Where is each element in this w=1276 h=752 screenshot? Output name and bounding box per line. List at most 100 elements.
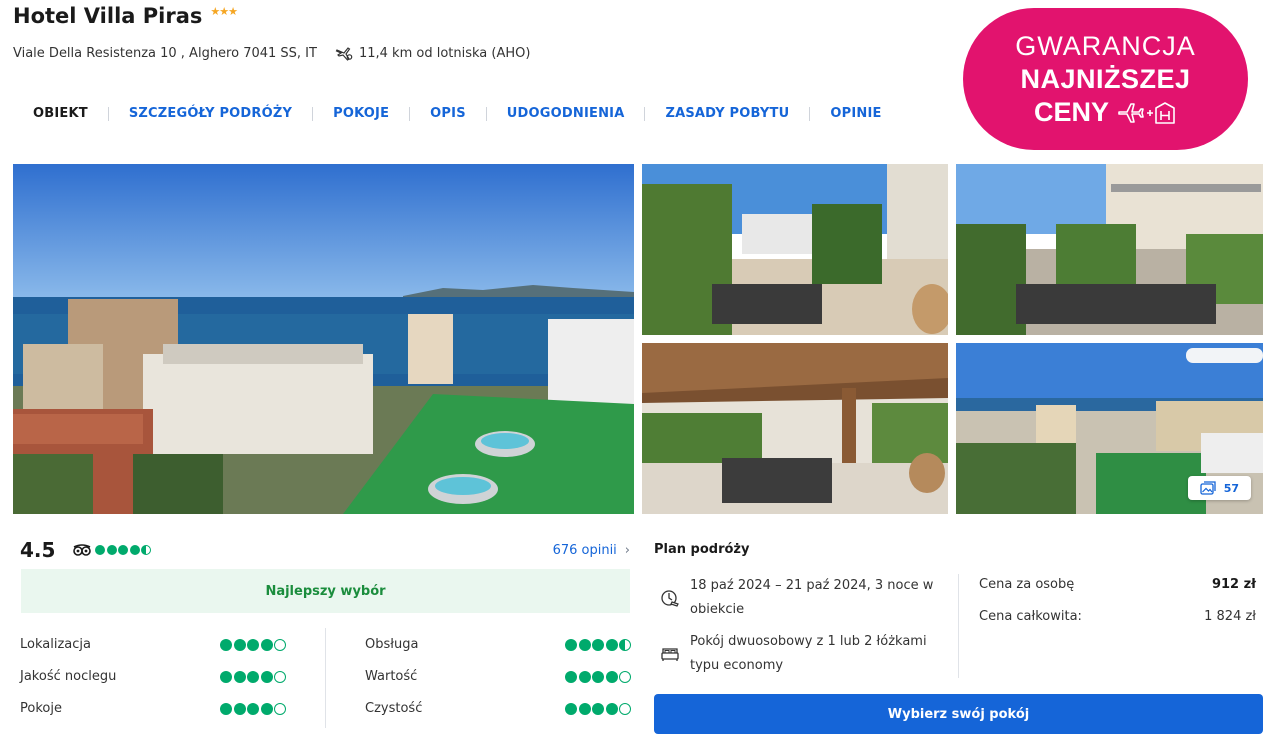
room-type-line-2: typu economy [690,658,784,673]
category-rating-item: Pokoje [20,701,286,717]
rating-dot-full [220,671,232,683]
category-rating-dots [565,671,633,683]
gallery-photo-garden[interactable] [956,164,1263,335]
category-rating-dots [220,639,288,651]
tab-udogodnienia[interactable]: UDOGODNIENIA [487,106,645,121]
photo-count: 57 [1223,481,1239,495]
rating-dot-full [605,671,618,683]
rating-dot-half [619,639,631,651]
tab-zasady-pobytu[interactable]: ZASADY POBYTU [645,106,809,121]
trip-dates: 18 paź 2024 – 21 paź 2024, 3 noce w obie… [660,574,950,622]
category-rating-dots [565,639,633,651]
rating-dot-full [565,639,577,651]
category-rating-item: Jakość noclegu [20,669,286,685]
category-rating-item: Czystość [365,701,631,717]
gallery-photo-main[interactable] [13,164,634,514]
room-type: Pokój dwuosobowy z 1 lub 2 łóżkami typu … [660,630,950,678]
hotel-address: Viale Della Resistenza 10 , Alghero 7041… [13,45,317,61]
rating-dot-empty [619,703,631,715]
photo-gallery: 57 [13,164,1263,514]
badge-line-3-row: CENY [1034,96,1177,129]
category-rating-label: Jakość noclegu [20,669,117,684]
review-score: 4.5 [20,538,56,562]
room-type-line-1: Pokój dwuosobowy z 1 lub 2 łóżkami [690,634,927,649]
category-rating-dots [565,703,633,715]
category-rating-label: Wartość [365,669,418,684]
garden-photo [956,164,1263,335]
rating-dot-full [247,671,259,683]
tab-szczegoly-podrozy[interactable]: SZCZEGÓŁY PODRÓŻY [109,106,312,121]
rating-dot-full [247,703,259,715]
rating-dot-full [220,639,232,651]
tab-pokoje[interactable]: POKOJE [313,106,409,121]
rating-dot-full [95,545,106,555]
rating-dot-full [260,703,273,715]
rating-dot-full [233,703,246,715]
gallery-photo-patio[interactable] [642,343,948,514]
category-rating-item: Lokalizacja [20,637,286,653]
category-rating-label: Czystość [365,701,423,716]
rating-dot-full [578,671,591,683]
airport-distance-text: 11,4 km od lotniska (AHO) [358,45,531,61]
trip-dates-line-2: obiekcie [690,602,745,617]
trip-dates-line-1: 18 paź 2024 – 21 paź 2024, 3 noce w [690,578,934,593]
badge-line-3: CENY [1033,96,1109,127]
badge-line-2: NAJNIŻSZEJ [1020,63,1191,94]
price-per-person-label: Cena za osobę [979,577,1075,592]
plan-divider [958,574,959,678]
star-rating-icon: ★★★ [210,4,238,18]
rating-dot-full [129,545,140,555]
photo-count-button[interactable]: 57 [1187,476,1251,500]
tab-opis[interactable]: OPIS [410,106,486,121]
select-room-button[interactable]: Wybierz swój pokój [654,694,1263,734]
gallery-photo-panorama[interactable]: 57 [956,343,1263,514]
room-type-text: Pokój dwuosobowy z 1 lub 2 łóżkami typu … [690,630,927,678]
rating-dot-full [592,671,604,683]
rating-dot-full [565,671,577,683]
reviews-link[interactable]: 676 opinii › [553,543,630,558]
rating-dot-full [578,703,591,715]
reviews-count: 676 opinii [552,542,617,558]
rating-dot-full [260,639,273,651]
photos-icon [1200,481,1216,495]
category-rating-label: Pokoje [20,701,62,716]
rating-dot-empty [274,703,286,715]
category-rating-dots [220,703,288,715]
rating-dot-full [233,671,246,683]
address-line: Viale Della Resistenza 10 , Alghero 7041… [13,44,530,62]
section-tabs: OBIEKT SZCZEGÓŁY PODRÓŻY POKOJE OPIS UDO… [13,106,902,121]
rating-dot-full [592,639,604,651]
lowest-price-guarantee-badge: GWARANCJA NAJNIŻSZEJ CENY [963,8,1248,150]
terrace-photo [642,164,948,335]
rating-dot-full [247,639,259,651]
ratings-divider [325,628,326,728]
patio-photo [642,343,948,514]
sea-view-photo [13,164,634,514]
rating-dot-empty [619,671,631,683]
rating-dot-full [220,703,232,715]
tab-opinie[interactable]: OPINIE [810,106,901,121]
category-rating-label: Lokalizacja [20,637,91,652]
rating-dot-full [605,639,618,651]
rating-dot-full [578,639,591,651]
rating-dot-full [592,703,604,715]
tab-obiekt[interactable]: OBIEKT [13,106,108,121]
price-per-person-row: Cena za osobę 912 zł [979,577,1256,592]
airport-distance: 11,4 km od lotniska (AHO) [335,44,530,62]
price-per-person: 912 zł [1211,577,1256,592]
hotel-name: Hotel Villa Piras [13,4,203,28]
trip-dates-text: 18 paź 2024 – 21 paź 2024, 3 noce w obie… [690,574,933,622]
calendar-flight-icon [661,590,679,607]
rating-dot-full [260,671,273,683]
rating-dot-empty [274,671,286,683]
rating-dot-full [233,639,246,651]
hotel-title-row: Hotel Villa Piras ★★★ [13,4,238,28]
badge-line-1: GWARANCJA [1015,30,1196,61]
rating-dot-full [118,545,129,555]
chevron-right-icon: › [624,542,630,558]
bed-icon [661,648,679,661]
airport-distance-icon [335,47,353,61]
category-rating-dots [220,671,288,683]
gallery-photo-terrace[interactable] [642,164,948,335]
category-rating-item: Obsługa [365,637,631,653]
